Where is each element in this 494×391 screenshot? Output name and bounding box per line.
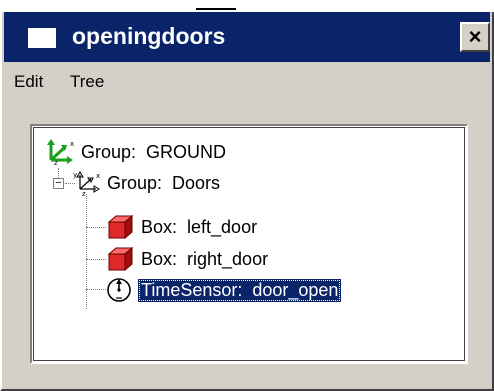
title-bar[interactable]: openingdoors × [4, 12, 490, 62]
tree-expander-doors[interactable]: − [53, 178, 64, 189]
tree-node-door-open[interactable]: TimeSensor: door_open [106, 275, 342, 305]
tree-node-label: Box: right_door [141, 248, 269, 269]
scene-tree[interactable]: − x z Group: GROUND y x z Group: Doors B… [30, 124, 468, 364]
window-title: openingdoors [72, 23, 226, 49]
close-button[interactable]: × [460, 22, 490, 52]
tree-node-label: Box: left_door [141, 216, 258, 237]
tree-connector [86, 289, 106, 290]
menu-edit[interactable]: Edit [14, 72, 43, 92]
underscore-fragment [196, 8, 236, 10]
menu-bar: Edit Tree [4, 62, 490, 102]
tree-node-label: Group: GROUND [81, 141, 227, 162]
tree-node-doors[interactable]: y x z Group: Doors [72, 168, 223, 198]
tree-node-ground[interactable]: x z Group: GROUND [46, 137, 229, 167]
box-icon [107, 214, 134, 240]
svg-text:z: z [54, 159, 58, 166]
svg-text:x: x [70, 140, 74, 148]
tree-node-label: Group: Doors [107, 172, 221, 193]
app-window: openingdoors × Edit Tree − x z Group: GR… [0, 12, 494, 391]
timesensor-icon [107, 278, 131, 302]
tree-connector [86, 259, 106, 260]
box-icon [107, 246, 134, 272]
tree-node-label-selected: TimeSensor: door_open [138, 278, 342, 302]
menu-tree[interactable]: Tree [70, 72, 104, 92]
window-icon [28, 28, 56, 48]
tree-node-right-door[interactable]: Box: right_door [106, 244, 271, 274]
background-strip [0, 0, 494, 12]
tree-connector [86, 227, 106, 228]
svg-text:y: y [73, 171, 77, 179]
tree-connector [86, 194, 87, 309]
svg-text:x: x [96, 172, 100, 180]
svg-text:z: z [82, 190, 86, 197]
tree-node-left-door[interactable]: Box: left_door [106, 212, 260, 242]
group-icon: y x z [73, 171, 100, 197]
group-root-icon: x z [47, 139, 74, 166]
